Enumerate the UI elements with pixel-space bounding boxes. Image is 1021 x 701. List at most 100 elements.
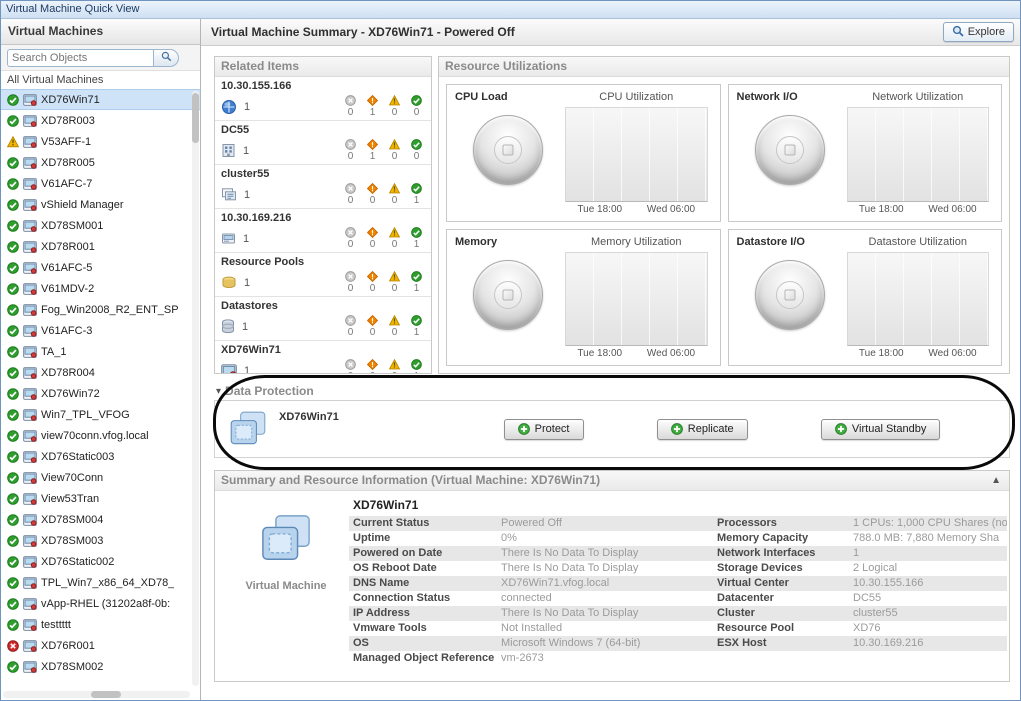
related-item[interactable]: DC5510100: [215, 121, 431, 165]
related-items-title: Related Items: [215, 57, 431, 77]
collapse-panel-icon[interactable]: ▲: [989, 471, 1003, 490]
vm-stack-icon: [257, 513, 315, 568]
field-label: Processors: [713, 516, 853, 531]
vm-icon: [23, 472, 37, 484]
alarm-count-value: 0: [392, 283, 398, 294]
status-ok-icon: [7, 409, 19, 421]
field-value: 788.0 MB: 7,880 Memory Sha: [853, 531, 1007, 546]
vm-list-item[interactable]: XD76Static003: [1, 446, 200, 467]
vm-list-item[interactable]: XD76Static002: [1, 551, 200, 572]
related-item[interactable]: XD76Win7110001: [215, 341, 431, 374]
all-virtual-machines-filter[interactable]: All Virtual Machines: [1, 71, 200, 89]
vm-icon: [23, 493, 37, 505]
vm-name: XD78R001: [41, 241, 95, 253]
vm-list-item[interactable]: vApp-RHEL (31202a8f-0b:: [1, 593, 200, 614]
vm-list-item[interactable]: XD78SM003: [1, 530, 200, 551]
summary-row: Powered on DateThere Is No Data To Displ…: [349, 546, 1007, 561]
vm-list-item[interactable]: Fog_Win2008_R2_ENT_SP: [1, 299, 200, 320]
status-ok-icon: [7, 94, 19, 106]
related-item-count: 1: [242, 321, 248, 333]
field-label: OS: [349, 636, 501, 651]
x-tick-label: Tue 18:00: [577, 348, 622, 359]
alarm-count: 0: [386, 271, 403, 294]
data-protection-header[interactable]: ▾ Data Protection: [214, 382, 1010, 400]
field-label: Storage Devices: [713, 561, 853, 576]
alarm-count: 1: [408, 183, 425, 206]
related-item-label: Datastores: [221, 300, 425, 313]
vm-list-vertical-scrollbar[interactable]: [192, 91, 199, 686]
related-item[interactable]: 10.30.155.16610100: [215, 77, 431, 121]
vm-list-item[interactable]: XD76R001: [1, 635, 200, 656]
vm-list-item[interactable]: XD76Win71: [1, 89, 200, 110]
vm-icon: [221, 364, 237, 375]
virtual-standby-button[interactable]: Virtual Standby: [821, 419, 940, 440]
related-item[interactable]: cluster5510001: [215, 165, 431, 209]
alarm-count-value: 1: [414, 195, 420, 206]
alarm-count-value: 1: [414, 371, 420, 374]
vm-icon: [23, 283, 37, 295]
vm-list-item[interactable]: TA_1: [1, 341, 200, 362]
vm-list-item[interactable]: XD78R003: [1, 110, 200, 131]
vm-list-item[interactable]: XD78SM001: [1, 215, 200, 236]
vm-list-item[interactable]: V61AFC-7: [1, 173, 200, 194]
search-button[interactable]: [153, 49, 179, 67]
status-ok-icon: [7, 430, 19, 442]
scrollbar-thumb[interactable]: [192, 93, 199, 143]
alarm-count: 1: [408, 359, 425, 374]
vm-list-item[interactable]: XD78R001: [1, 236, 200, 257]
vm-icon: [23, 178, 37, 190]
sidebar-title: Virtual Machines: [1, 19, 200, 45]
vm-list-item[interactable]: XD78R004: [1, 362, 200, 383]
status-ok-icon: [7, 346, 19, 358]
field-value: [853, 651, 1007, 666]
vm-list-item[interactable]: V53AFF-1: [1, 131, 200, 152]
vm-list-item[interactable]: TPL_Win7_x86_64_XD78_: [1, 572, 200, 593]
vm-name: testtttt: [41, 619, 71, 631]
vm-list-item[interactable]: XD78R005: [1, 152, 200, 173]
vm-list-horizontal-scrollbar[interactable]: [3, 691, 190, 698]
vm-list-item[interactable]: XD78SM004: [1, 509, 200, 530]
vm-list-item[interactable]: V61MDV-2: [1, 278, 200, 299]
field-label: Network Interfaces: [713, 546, 853, 561]
related-item-label: cluster55: [221, 168, 425, 181]
datacenter-icon: [221, 143, 236, 158]
status-ok-icon: [7, 619, 19, 631]
x-tick-label: Wed 06:00: [647, 348, 695, 359]
normal-icon: [411, 227, 422, 238]
vm-list-item[interactable]: XD76Win72: [1, 383, 200, 404]
alarm-count: 0: [386, 139, 403, 162]
replicate-button[interactable]: Replicate: [657, 419, 748, 440]
vm-list-item[interactable]: XD78SM002: [1, 656, 200, 677]
status-ok-icon: [7, 493, 19, 505]
field-label: OS Reboot Date: [349, 561, 501, 576]
chart-x-ticks: Tue 18:00 Wed 06:00: [565, 348, 708, 359]
vm-list-item[interactable]: vShield Manager: [1, 194, 200, 215]
related-item[interactable]: 10.30.169.21610001: [215, 209, 431, 253]
vm-name: View70Conn: [41, 472, 103, 484]
vm-list-item[interactable]: testtttt: [1, 614, 200, 635]
vm-list-item[interactable]: V61AFC-5: [1, 257, 200, 278]
window-body: Virtual Machines All Virtual Machines XD…: [1, 19, 1020, 700]
explore-button[interactable]: Explore: [943, 22, 1014, 42]
vm-list-item[interactable]: view70conn.vfog.local: [1, 425, 200, 446]
vm-icon: [23, 598, 37, 610]
related-item-count: 1: [244, 277, 250, 289]
alarm-count: 0: [342, 359, 359, 374]
field-label: Vmware Tools: [349, 621, 501, 636]
related-item[interactable]: Datastores10001: [215, 297, 431, 341]
related-item[interactable]: Resource Pools10001: [215, 253, 431, 297]
vm-list-item[interactable]: View70Conn: [1, 467, 200, 488]
resource-utilizations-panel: Resource Utilizations CPU LoadCPU Utiliz…: [438, 56, 1010, 374]
vm-icon: [23, 220, 37, 232]
vm-list-item[interactable]: View53Tran: [1, 488, 200, 509]
search-input[interactable]: [7, 49, 153, 67]
data-protection-buttons: Protect Replicate Virtual Standby: [467, 419, 997, 440]
summary-panel: Summary and Resource Information (Virtua…: [214, 470, 1010, 682]
protect-button[interactable]: Protect: [504, 419, 584, 440]
vm-list-item[interactable]: Win7_TPL_VFOG: [1, 404, 200, 425]
x-tick-label: Tue 18:00: [859, 348, 904, 359]
normal-icon: [411, 139, 422, 150]
scrollbar-thumb[interactable]: [91, 691, 121, 698]
vm-icon: [23, 388, 37, 400]
vm-list-item[interactable]: V61AFC-3: [1, 320, 200, 341]
